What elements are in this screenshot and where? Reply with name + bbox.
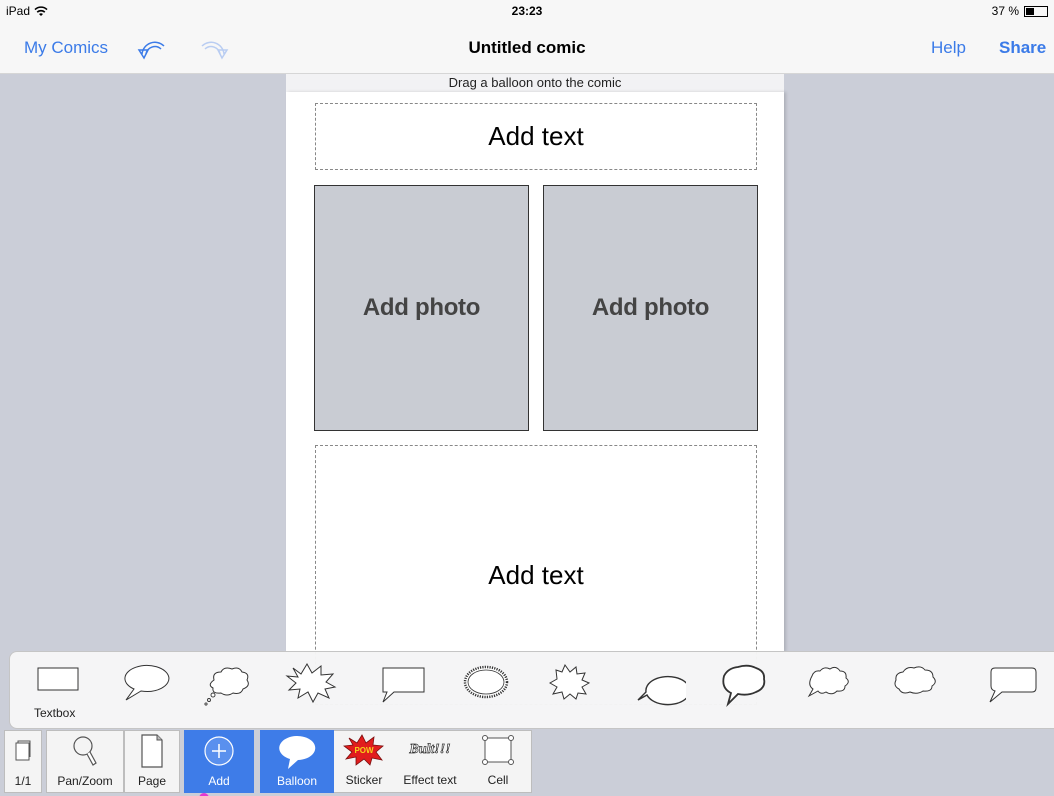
rounded-rect-speech-icon [989,667,1037,703]
navigation-bar: My Comics Untitled comic Help Share [0,22,1054,74]
oval-speech-balloon[interactable] [112,662,174,712]
effect-text-tool[interactable]: Bult!!! Effect text [394,730,466,793]
battery-percent: 37 % [991,4,1019,18]
textbox-balloon[interactable] [26,662,88,712]
rectangle-speech-balloon[interactable] [366,662,428,712]
sticker-text: POW [354,746,374,755]
effect-icon-text: Bult!!! [408,742,450,757]
help-button[interactable]: Help [931,38,966,58]
rectangle-speech-icon [382,667,425,703]
redo-icon[interactable] [196,32,230,62]
effect-text-label: Effect text [403,773,457,787]
balloon-tool[interactable]: Balloon [260,730,334,793]
photo-cell-right[interactable]: Add photo [543,185,758,431]
jagged-oval-balloon[interactable] [452,662,514,712]
battery-icon [1024,5,1048,17]
wavy-oval-balloon[interactable] [710,662,772,712]
status-bar: iPad 23:23 37 % [0,0,1054,22]
comic-page: Add text Add photo Add photo Add text [286,92,784,705]
spiky-burst-balloon[interactable] [281,662,343,712]
star-burst-icon [548,663,591,700]
speech-balloon-icon [274,731,320,771]
cloud-small-balloon[interactable] [796,662,858,712]
jagged-oval-icon [463,665,509,699]
add-label: Add [208,774,230,788]
add-icon [202,731,236,771]
photo-cell-left[interactable]: Add photo [314,185,529,431]
photo-left-label: Add photo [362,294,481,321]
wavy-oval-icon [722,664,766,708]
rounded-rect-speech-balloon[interactable] [978,662,1040,712]
page-count-label: 1/1 [14,774,32,788]
hint-banner: Drag a balloon onto the comic [286,74,784,92]
cell-icon [479,730,517,770]
panzoom-label: Pan/Zoom [57,774,113,788]
oval-speech-icon [124,665,170,701]
top-text-cell[interactable]: Add text [315,103,757,170]
cell-tool[interactable]: Cell [468,730,528,793]
top-text-label: Add text [488,121,584,151]
bottom-text-label: Add text [488,559,584,590]
spiky-burst-icon [285,663,337,704]
textbox-icon [37,667,79,691]
cloud-medium-balloon[interactable] [882,662,944,712]
status-time: 23:23 [511,4,543,18]
textbox-label: Textbox [34,706,76,720]
undo-icon[interactable] [136,32,170,62]
pages-icon [14,731,32,771]
my-comics-button[interactable]: My Comics [24,38,108,58]
thought-cloud-balloon[interactable] [196,662,258,712]
photo-right-label: Add photo [591,294,710,321]
panzoom-tool[interactable]: Pan/Zoom [46,730,124,793]
oval-plain-balloon[interactable] [624,662,691,712]
sticker-label: Sticker [345,773,383,787]
balloon-label: Balloon [276,774,318,788]
cloud-medium-icon [894,666,936,694]
page-label: Page [137,774,167,788]
thought-cloud-icon [204,667,249,706]
sticker-tool[interactable]: POW Sticker [338,730,390,793]
oval-plain-icon [637,675,691,706]
effect-text-icon: Bult!!! [407,730,453,770]
page-icon [139,731,165,771]
balloon-tray: Textbox [9,651,1054,729]
page-tool[interactable]: Page [124,730,180,793]
magnifier-icon [71,731,99,771]
add-tool[interactable]: Add [184,730,254,793]
cloud-small-icon [807,666,849,698]
share-button[interactable]: Share [999,38,1046,58]
star-burst-balloon[interactable] [538,662,600,712]
status-right: 37 % [992,4,1048,18]
cell-label: Cell [487,773,509,787]
pow-sticker-icon: POW [343,730,385,770]
page-count-button[interactable]: 1/1 [4,730,42,793]
